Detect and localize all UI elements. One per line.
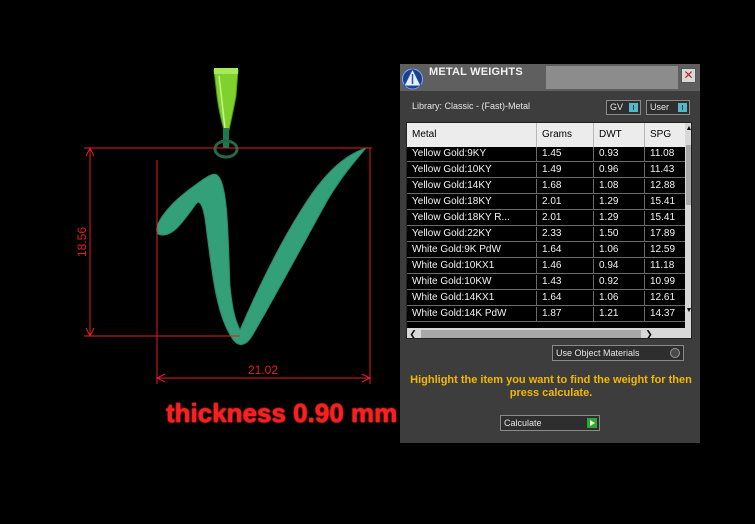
gv-toggle[interactable]: GV xyxy=(606,100,641,115)
metal-weights-panel: METAL WEIGHTS ✕ Library: Classic - (Fast… xyxy=(400,64,700,443)
title-bar[interactable]: METAL WEIGHTS ✕ xyxy=(400,64,700,91)
horizontal-scrollbar[interactable]: ❮ ❯ xyxy=(407,328,691,338)
user-toggle-knob-icon xyxy=(678,103,687,112)
cell-grams: 1.64 xyxy=(537,243,594,258)
cell-dwt: 1.21 xyxy=(594,307,645,322)
cell-spg: 15.41 xyxy=(650,212,676,223)
cell-metal: Yellow Gold:18KY xyxy=(407,195,537,210)
cell-dwt: 1.50 xyxy=(594,227,645,242)
horizontal-scroll-thumb[interactable] xyxy=(421,330,641,338)
cell-grams: 1.68 xyxy=(537,179,594,194)
table-row[interactable]: Yellow Gold:14KY 1.68 1.08 12.88 xyxy=(407,179,687,194)
cell-dwt: 0.94 xyxy=(594,259,645,274)
close-icon: ✕ xyxy=(683,68,694,82)
table-row[interactable]: White Gold:9K PdW 1.64 1.06 12.59 xyxy=(407,243,687,258)
cell-dwt: 1.06 xyxy=(594,291,645,306)
radio-circle-icon xyxy=(670,348,680,358)
cell-spg: 17.89 xyxy=(650,228,676,239)
cell-grams: 2.33 xyxy=(537,227,594,242)
cell-spg: 15.41 xyxy=(650,196,676,207)
table-row[interactable]: White Gold:14KX1 1.64 1.06 12.61 xyxy=(407,291,687,306)
cell-spg: 12.88 xyxy=(650,180,676,191)
play-icon xyxy=(587,418,597,428)
user-toggle[interactable]: User xyxy=(646,100,690,115)
cell-dwt: 0.93 xyxy=(594,147,645,162)
scroll-right-icon[interactable]: ❯ xyxy=(643,328,655,338)
library-label: Library: Classic - (Fast)-Metal xyxy=(412,101,531,111)
table-row[interactable]: White Gold:10KW 1.43 0.92 10.99 xyxy=(407,275,687,290)
instruction-text: Highlight the item you want to find the … xyxy=(410,374,692,399)
metal-weights-table: Metal Grams DWT SPG Yellow Gold:9KY 1.45 0… xyxy=(406,122,692,339)
cell-metal: Yellow Gold:9KY xyxy=(407,147,537,162)
cell-metal: Yellow Gold:14KY xyxy=(407,179,537,194)
scroll-up-icon[interactable]: ▲ xyxy=(685,125,691,135)
cell-metal: White Gold:14K PdW xyxy=(407,307,537,322)
cell-metal: White Gold:9K PdW xyxy=(407,243,537,258)
dimension-width-label: 21.02 xyxy=(248,363,278,377)
pendant-letter-v xyxy=(156,146,368,345)
table-row[interactable]: Yellow Gold:18KY 2.01 1.29 15.41 xyxy=(407,195,687,210)
table-row[interactable]: Yellow Gold:18KY R... 2.01 1.29 15.41 xyxy=(407,211,687,226)
close-button[interactable]: ✕ xyxy=(681,68,696,83)
cell-dwt: 1.29 xyxy=(594,211,645,226)
cell-metal: White Gold:14KX1 xyxy=(407,291,537,306)
dimension-height-label: 18.56 xyxy=(75,227,89,257)
cell-spg: 11.08 xyxy=(650,148,675,159)
cell-grams: 1.46 xyxy=(537,259,594,274)
cell-dwt: 0.96 xyxy=(594,163,645,178)
user-label: User xyxy=(650,102,670,112)
cell-dwt: 1.06 xyxy=(594,243,645,258)
table-row[interactable]: Yellow Gold:10KY 1.49 0.96 11.43 xyxy=(407,163,687,178)
column-header-spg[interactable]: SPG xyxy=(645,123,685,147)
calculate-button[interactable]: Calculate xyxy=(500,415,600,431)
use-object-materials-label: Use Object Materials xyxy=(556,348,640,358)
table-row[interactable]: Yellow Gold:9KY 1.45 0.93 11.08 xyxy=(407,147,687,162)
gv-label: GV xyxy=(610,102,624,112)
table-row[interactable]: Yellow Gold:22KY 2.33 1.50 17.89 xyxy=(407,227,687,242)
cell-spg: 12.59 xyxy=(650,244,676,255)
cell-grams: 2.01 xyxy=(537,211,594,226)
table-row[interactable]: White Gold:14K PdW 1.87 1.21 14.37 xyxy=(407,307,687,322)
title-bar-strip xyxy=(546,66,678,89)
cad-viewport: 18.56 21.02 xyxy=(0,0,398,519)
pendant-drawing: 18.56 21.02 xyxy=(75,68,372,384)
pendant-bail xyxy=(213,68,239,159)
cell-grams: 2.01 xyxy=(537,195,594,210)
cell-spg: 10.99 xyxy=(650,276,676,287)
cell-dwt: 0.92 xyxy=(594,275,645,290)
cell-grams: 1.49 xyxy=(537,163,594,178)
use-object-materials-toggle[interactable]: Use Object Materials xyxy=(552,345,684,361)
cell-grams: 1.45 xyxy=(537,147,594,162)
cell-metal: White Gold:10KW xyxy=(407,275,537,290)
cell-spg: 12.61 xyxy=(650,292,676,303)
scroll-left-icon[interactable]: ❮ xyxy=(407,328,419,338)
app-logo-icon xyxy=(402,67,423,90)
cell-metal: Yellow Gold:22KY xyxy=(407,227,537,242)
column-header-dwt[interactable]: DWT xyxy=(594,123,645,147)
table-row[interactable]: White Gold:10KX1 1.46 0.94 11.18 xyxy=(407,259,687,274)
cell-spg: 11.18 xyxy=(650,260,675,271)
vertical-scroll-thumb[interactable] xyxy=(686,145,691,205)
cell-metal: Yellow Gold:18KY R... xyxy=(407,211,537,226)
gv-toggle-knob-icon xyxy=(629,103,638,112)
cell-grams: 1.87 xyxy=(537,307,594,322)
thickness-label: thickness 0.90 mm xyxy=(166,398,398,428)
vertical-scrollbar[interactable]: ▲ ▼ xyxy=(685,123,691,328)
cell-spg: 11.43 xyxy=(650,164,675,175)
cell-dwt: 1.08 xyxy=(594,179,645,194)
cell-metal: Yellow Gold:10KY xyxy=(407,163,537,178)
cell-metal: White Gold:10KX1 xyxy=(407,259,537,274)
calculate-label: Calculate xyxy=(504,418,542,428)
cell-spg: 14.37 xyxy=(650,308,676,319)
panel-title: METAL WEIGHTS xyxy=(429,66,523,78)
cell-grams: 1.43 xyxy=(537,275,594,290)
cell-grams: 1.64 xyxy=(537,291,594,306)
table-header: Metal Grams DWT SPG xyxy=(407,123,691,147)
scroll-down-icon[interactable]: ▼ xyxy=(685,307,691,317)
cell-dwt: 1.29 xyxy=(594,195,645,210)
column-header-metal[interactable]: Metal xyxy=(407,123,537,147)
column-header-grams[interactable]: Grams xyxy=(537,123,594,147)
